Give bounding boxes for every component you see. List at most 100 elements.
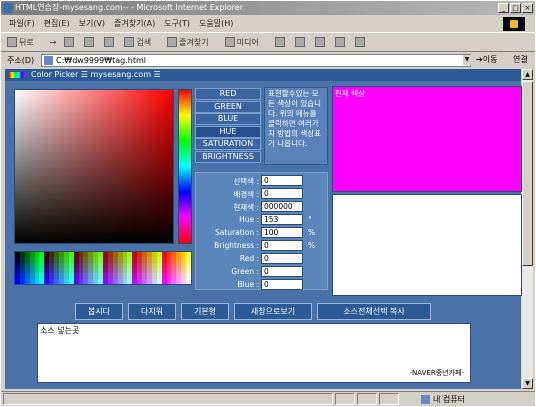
menu-edit[interactable]: 편집(E) — [44, 18, 70, 29]
search-icon — [124, 37, 135, 47]
hue-slider[interactable] — [178, 89, 192, 244]
scroll-thumb[interactable] — [522, 81, 533, 266]
search-button[interactable]: 검색 — [124, 37, 159, 48]
back-arrow-icon — [7, 37, 17, 47]
mode-blue-button[interactable]: BLUE — [195, 113, 261, 125]
field-unit: % — [308, 241, 316, 250]
mode-brightness-button[interactable]: BRIGHTNESS — [195, 150, 261, 163]
messenger-button[interactable] — [354, 37, 367, 47]
green-input[interactable]: 0 — [261, 266, 303, 277]
forward-button[interactable]: → — [50, 38, 57, 47]
preview-button[interactable]: 봅시다 — [75, 303, 123, 320]
color-swatch[interactable] — [186, 278, 191, 284]
print-button[interactable] — [314, 37, 327, 47]
source-placeholder: 소스 넣는곳 — [40, 326, 80, 335]
status-bar: 내 컴퓨터 — [1, 391, 535, 406]
refresh-button[interactable] — [84, 37, 96, 47]
links-button[interactable]: 연결 — [513, 54, 528, 65]
windows-logo — [503, 17, 525, 31]
page-icon — [44, 56, 53, 65]
address-input[interactable]: C:₩dw9999₩tag.html — [41, 54, 471, 67]
red-input[interactable]: 0 — [261, 253, 303, 264]
field-label: 배경색 : — [233, 190, 259, 199]
menu-file[interactable]: 파일(F) — [9, 18, 35, 29]
swatch-palette[interactable] — [14, 251, 192, 285]
search-label: 검색 — [136, 37, 152, 47]
mode-saturation-button[interactable]: SATURATION — [195, 138, 261, 150]
menu-tools[interactable]: 도구(T) — [164, 18, 190, 29]
menu-favorites[interactable]: 즐겨찾기(A) — [114, 18, 155, 29]
field-label: Hue : — [239, 215, 259, 224]
refresh-icon — [84, 37, 95, 47]
field-label: Saturation : — [214, 228, 259, 237]
zone-label: 내 컴퓨터 — [433, 395, 465, 404]
action-bar: 봅시다 다지워 기본형 새창으로보기 소스전체선택 복사 — [75, 303, 436, 320]
mode-hue-button[interactable]: HUE — [195, 125, 261, 138]
stop-icon — [64, 37, 75, 47]
hue-input[interactable]: 153 — [261, 214, 303, 225]
favorites-button[interactable]: 즐겨찾기 — [167, 37, 216, 48]
browser-window: HTML연습장-mysesang.com-- - Microsoft Inter… — [0, 0, 536, 407]
media-icon — [224, 37, 235, 47]
rainbow-icon — [9, 72, 25, 78]
mode-green-button[interactable]: GREEN — [195, 100, 261, 113]
field-row-saturation: Saturation :100% — [196, 227, 329, 239]
media-label: 미디어 — [236, 37, 259, 47]
zone-indicator: 내 컴퓨터 — [421, 394, 465, 405]
favorites-icon — [167, 37, 178, 47]
status-pane — [357, 393, 377, 405]
color-picker-title: Color Picker ☰ mysesang.com ☰ — [31, 70, 161, 79]
source-textarea[interactable]: 소스 넣는곳 -NAVER중년카페- — [37, 323, 471, 383]
saturation-input[interactable]: 100 — [261, 227, 303, 238]
field-row-green: Green :0 — [196, 266, 329, 278]
menu-help[interactable]: 도움말(H) — [199, 18, 233, 29]
field-label: 현재색 : — [233, 203, 259, 212]
mode-red-button[interactable]: RED — [195, 88, 261, 100]
home-button[interactable] — [104, 37, 116, 47]
minimize-button[interactable]: _ — [498, 3, 509, 13]
back-button[interactable]: 뒤로 — [7, 37, 42, 48]
mail-button[interactable] — [294, 37, 307, 47]
scroll-down-icon[interactable]: ▼ — [522, 378, 533, 389]
credit-text: -NAVER중년카페- — [409, 369, 464, 377]
background-color-input[interactable]: 0 — [261, 188, 303, 199]
page-content: Color Picker ☰ mysesang.com ☰ RED GREEN … — [5, 69, 522, 389]
current-color-input[interactable]: 000000 — [261, 201, 303, 212]
messenger-icon — [354, 37, 365, 47]
previous-color-preview — [332, 194, 522, 296]
brightness-input[interactable]: 0 — [261, 240, 303, 251]
current-color-preview — [332, 86, 522, 192]
edit-icon — [334, 37, 345, 47]
field-label: 선택색 : — [233, 177, 259, 186]
saturation-brightness-field[interactable] — [14, 89, 174, 244]
stop-button[interactable] — [64, 37, 76, 47]
copy-source-button[interactable]: 소스전체선택 복사 — [317, 303, 431, 320]
field-label: Red : — [239, 254, 259, 263]
selected-color-input[interactable]: 0 — [261, 175, 303, 186]
maximize-button[interactable]: □ — [510, 3, 521, 13]
edit-button[interactable] — [334, 37, 347, 47]
go-button[interactable]: ➔이동 — [476, 54, 497, 65]
address-url: C:₩dw9999₩tag.html — [56, 56, 146, 65]
media-button[interactable]: 미디어 — [224, 37, 267, 48]
field-label: Brightness : — [214, 241, 259, 250]
field-row-background: 배경색 :0 — [196, 188, 329, 200]
field-row-selected: 선택색 :0 — [196, 175, 329, 187]
field-row-brightness: Brightness :0% — [196, 240, 329, 252]
clear-button[interactable]: 다지워 — [128, 303, 176, 320]
home-icon — [104, 37, 115, 47]
default-button[interactable]: 기본형 — [181, 303, 229, 320]
new-window-button[interactable]: 새창으로보기 — [234, 303, 312, 320]
close-button[interactable]: × — [522, 3, 533, 13]
vertical-scrollbar[interactable]: ▲ ▼ — [522, 69, 533, 389]
field-row-current: 현재색 :000000 — [196, 201, 329, 213]
address-dropdown-icon[interactable]: ▼ — [463, 55, 471, 65]
field-row-red: Red :0 — [196, 253, 329, 265]
menu-view[interactable]: 보기(V) — [79, 18, 105, 29]
windows-flag-icon — [510, 20, 518, 28]
standard-toolbar: 뒤로 → 검색 즐겨찾기 미디어 — [1, 32, 535, 52]
history-button[interactable] — [274, 37, 287, 47]
blue-input[interactable]: 0 — [261, 279, 303, 290]
scroll-up-icon[interactable]: ▲ — [522, 69, 533, 80]
menu-bar: 파일(F) 편집(E) 보기(V) 즐겨찾기(A) 도구(T) 도움말(H) — [1, 16, 535, 31]
